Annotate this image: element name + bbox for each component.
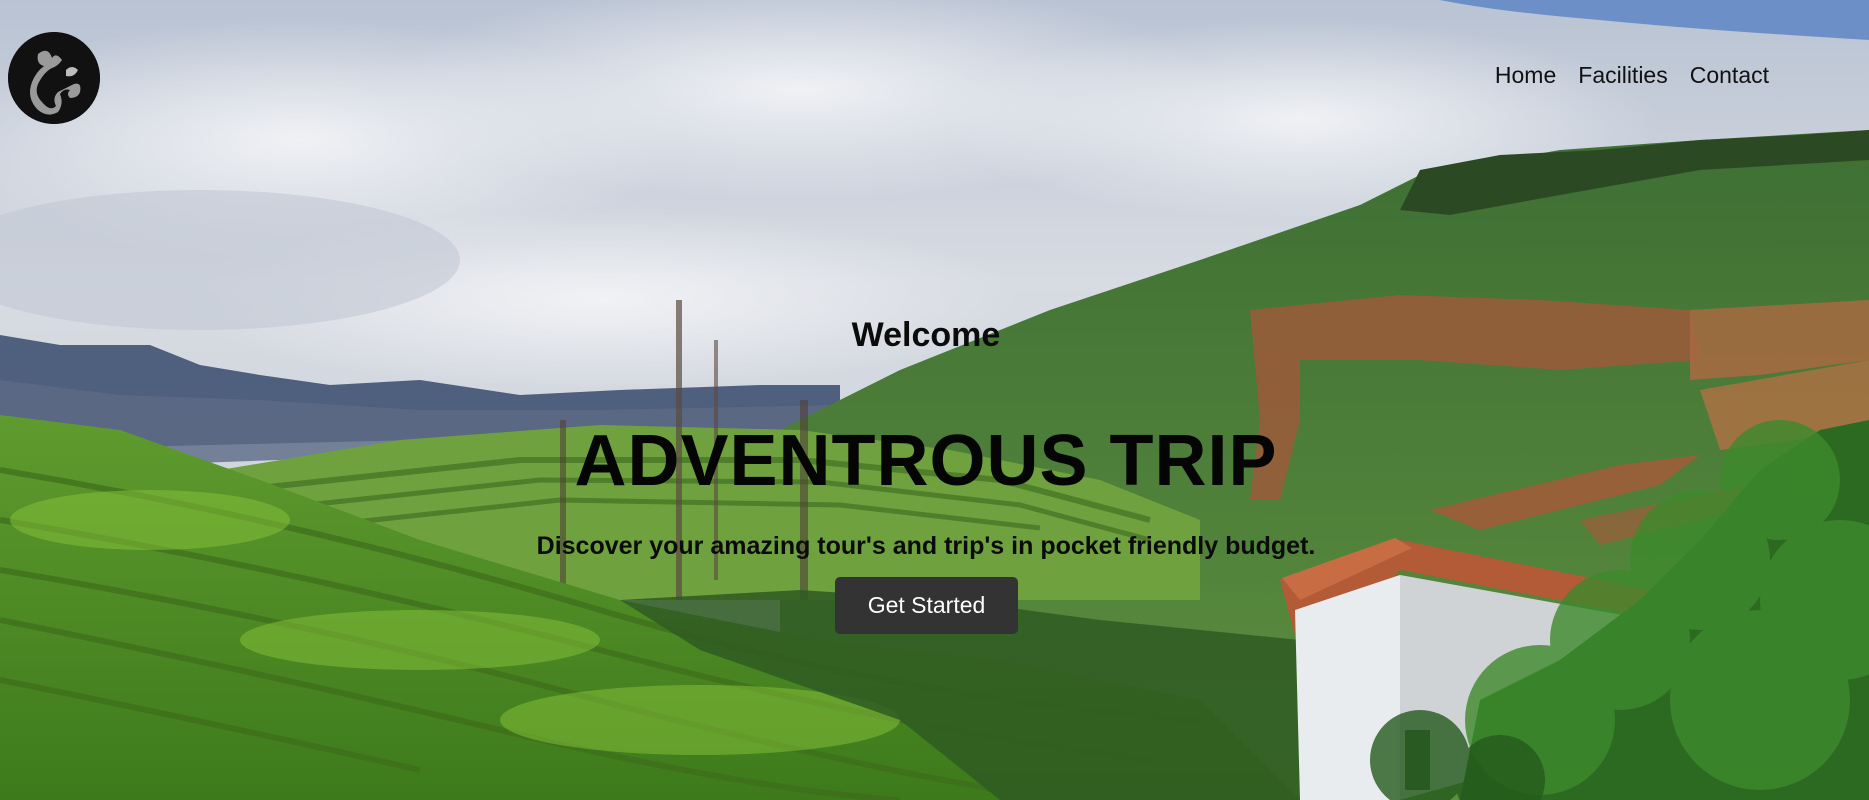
welcome-heading: Welcome (851, 316, 1001, 354)
hero-section: Home Facilities Contact Welcome ADVENTRO… (0, 0, 1869, 800)
hero-tagline: Discover your amazing tour's and trip's … (536, 532, 1316, 560)
hero-headline: ADVENTROUS TRIP (574, 421, 1278, 501)
get-started-button[interactable]: Get Started (835, 577, 1018, 634)
hero-content: Welcome ADVENTROUS TRIP Discover your am… (0, 0, 1869, 800)
